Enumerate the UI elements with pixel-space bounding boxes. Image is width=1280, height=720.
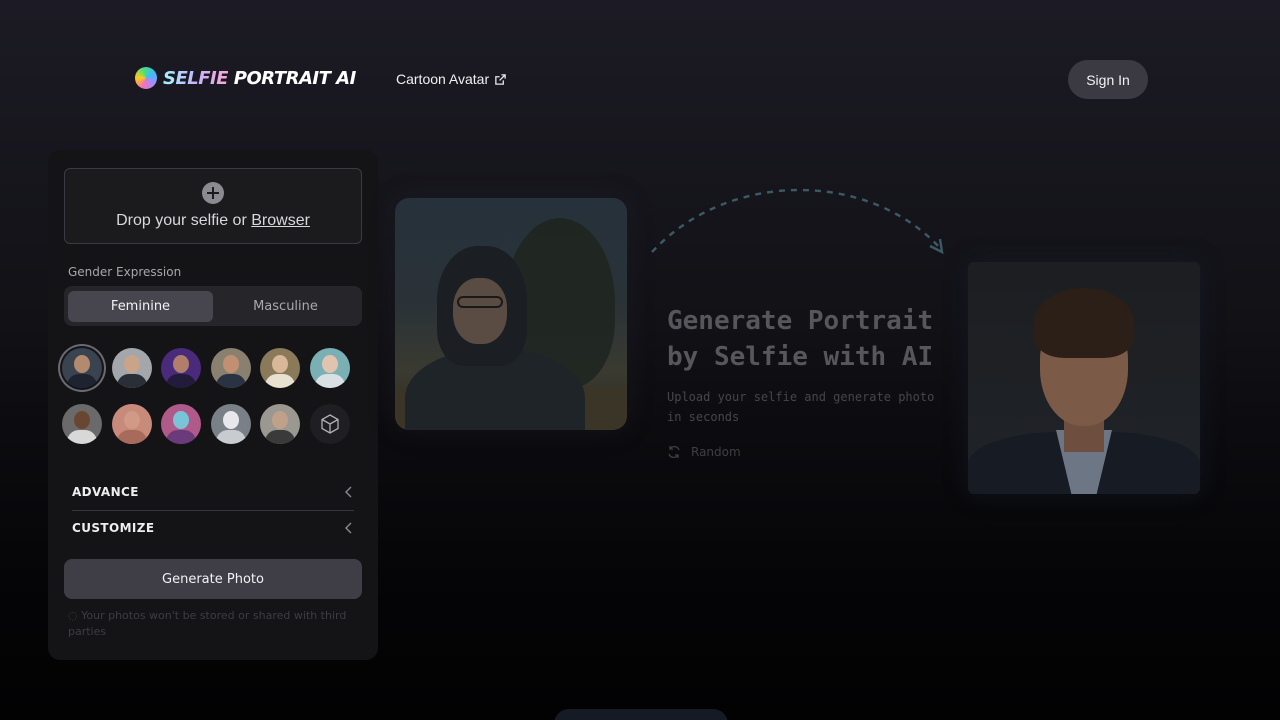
generated-portrait-image (968, 262, 1200, 494)
style-avatar[interactable] (260, 404, 300, 444)
style-avatar[interactable] (111, 348, 152, 388)
hero-title-line-1: Generate Portrait (667, 306, 934, 336)
refresh-icon (668, 445, 680, 459)
external-link-icon (495, 73, 506, 85)
selfie-example-image (395, 198, 627, 430)
sign-in-button[interactable]: Sign In (1068, 60, 1148, 99)
style-avatar[interactable] (210, 348, 251, 388)
style-avatar[interactable] (62, 404, 102, 444)
logo-text: SELFIE PORTRAIT AI (163, 68, 356, 89)
gender-option-masculine[interactable]: Masculine (213, 291, 358, 322)
drop-text-label: Drop your selfie or (116, 212, 252, 229)
style-avatar[interactable] (111, 404, 152, 444)
random-label: Random (691, 445, 741, 459)
shield-icon: ◌ (68, 609, 82, 622)
style-avatar[interactable] (161, 348, 201, 388)
generate-photo-button[interactable]: Generate Photo (64, 559, 362, 599)
gender-expression-label: Gender Expression (68, 265, 182, 279)
add-circle-icon (202, 182, 224, 204)
selfie-drop-zone[interactable]: Drop your selfie or Browser (64, 168, 362, 244)
advance-accordion[interactable]: ADVANCE (72, 475, 354, 509)
style-avatar[interactable] (161, 404, 201, 444)
logo-text-highlight: SELFIE (163, 67, 229, 89)
customize-label: CUSTOMIZE (72, 520, 155, 535)
customize-accordion[interactable]: CUSTOMIZE (72, 510, 354, 544)
hero-title: Generate Portrait by Selfie with AI (667, 303, 933, 375)
style-avatar-grid (62, 348, 362, 460)
browse-link[interactable]: Browser (251, 212, 310, 229)
chevron-left-icon (345, 486, 352, 498)
nav-cartoon-avatar-link[interactable]: Cartoon Avatar (396, 71, 507, 87)
generator-panel: Drop your selfie or Browser Gender Expre… (48, 150, 378, 660)
chevron-left-icon (345, 522, 352, 533)
style-avatar[interactable] (309, 348, 350, 388)
custom-style-cube-icon[interactable] (309, 404, 350, 444)
nav-link-label: Cartoon Avatar (396, 71, 490, 87)
bottom-pill-button[interactable] (554, 709, 728, 720)
privacy-note: ◌ Your photos won't be stored or shared … (68, 608, 358, 640)
drop-text: Drop your selfie or Browser (116, 212, 310, 230)
style-avatar[interactable] (260, 348, 300, 388)
logo-mark-icon (135, 67, 157, 89)
advance-label: ADVANCE (72, 485, 139, 499)
logo-text-rest: PORTRAIT AI (228, 67, 356, 89)
hero-title-line-2: by Selfie with AI (667, 342, 934, 372)
logo[interactable]: SELFIE PORTRAIT AI (135, 67, 356, 89)
hero-subtitle: Upload your selfie and generate photo in… (667, 390, 935, 424)
gender-toggle: Feminine Masculine (64, 286, 362, 326)
random-button[interactable]: Random (667, 445, 741, 459)
style-avatar[interactable] (210, 404, 251, 444)
privacy-text: Your photos won't be stored or shared wi… (68, 609, 347, 638)
dashed-arrow-arc (651, 188, 944, 255)
gender-option-feminine[interactable]: Feminine (68, 290, 213, 322)
style-avatar[interactable] (62, 348, 102, 388)
